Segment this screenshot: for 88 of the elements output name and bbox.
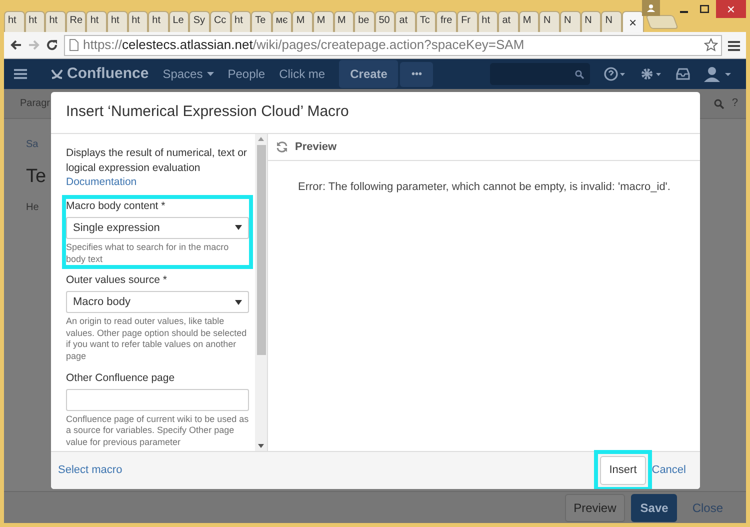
refresh-icon[interactable]: [276, 141, 288, 153]
address-field[interactable]: https://celestecs.atlassian.net/wiki/pages/createpage.action?spaceKey=SAM: [64, 34, 722, 56]
caret-icon: [235, 300, 242, 304]
help-text: Confluence page of current wiki to be used as a source for variables. Specify Other page value for previous parameter: [66, 414, 249, 449]
logo-text[interactable]: Confluence: [67, 62, 149, 86]
save-button[interactable]: Save: [631, 494, 678, 522]
caret-icon: [235, 225, 242, 230]
browser-tab[interactable]: M: [334, 11, 354, 32]
star-icon[interactable]: [704, 38, 718, 52]
browser-tab[interactable]: N: [580, 11, 602, 32]
browser-tab[interactable]: N: [601, 11, 622, 32]
help-text: An origin to read outer values, like table values. Other page option should be selected if you want to refer table values on another page: [66, 316, 248, 363]
browser-tab[interactable]: ht: [106, 11, 128, 32]
browser-tab[interactable]: Fr: [457, 11, 478, 32]
browser-tab[interactable]: ht: [4, 11, 25, 32]
browser-tab[interactable]: 50: [374, 11, 396, 32]
caret-icon: [206, 72, 214, 76]
user-icon: [647, 4, 655, 12]
search-icon: [575, 70, 584, 78]
back-icon[interactable]: [10, 39, 22, 51]
nav-link[interactable]: Spaces: [162, 65, 214, 83]
browser-tab[interactable]: ht: [128, 11, 148, 32]
browser-tab[interactable]: ht: [86, 11, 107, 32]
browser-tab[interactable]: ht: [478, 11, 498, 32]
browser-tab[interactable]: ht: [230, 11, 252, 32]
nav-link[interactable]: People: [228, 65, 266, 83]
browser-tab[interactable]: ht: [45, 11, 66, 32]
description-text: Displays the result of numerical, text or logical expression evaluation: [66, 146, 248, 176]
scrollbar[interactable]: [255, 134, 267, 451]
text-field[interactable]: [66, 388, 249, 410]
browser-tab[interactable]: Sy: [189, 11, 210, 32]
browser-tab[interactable]: Le: [168, 11, 190, 32]
browser-tab[interactable]: be: [354, 11, 375, 32]
profile-button[interactable]: [642, 0, 660, 16]
search-field[interactable]: [490, 63, 590, 85]
select-value: Single expression: [73, 220, 160, 236]
select-value: Macro body: [73, 294, 130, 310]
more-button[interactable]: •••: [400, 62, 433, 86]
help-text: Specifies what to search for in the macro body text: [66, 242, 230, 266]
create-button[interactable]: Create: [339, 60, 398, 88]
preview-heading: Preview: [295, 140, 337, 155]
error-message: Error: The following parameter, which cannot be empty, is invalid: 'macro_id'.: [297, 180, 672, 195]
browser-tab[interactable]: M: [312, 11, 334, 32]
dialog-title: Insert ‘Numerical Expression Cloud’ Macro: [51, 92, 700, 134]
maximize-icon: [700, 5, 708, 13]
field-label: Macro body content *: [66, 199, 166, 214]
scrollbar-thumb[interactable]: [256, 145, 266, 355]
browser-tab[interactable]: Tc: [416, 11, 436, 32]
nav-link[interactable]: Click me: [279, 65, 326, 83]
logo-icon: [51, 68, 63, 80]
select-macro-link[interactable]: Select macro: [58, 462, 122, 479]
page-icon: [69, 39, 79, 51]
browser-tab[interactable]: Te: [251, 11, 272, 32]
field-label: Outer values source *: [66, 273, 168, 288]
field-label: Other Confluence page: [66, 370, 176, 386]
browser-tab[interactable]: at: [498, 11, 519, 32]
browser-tab[interactable]: ht: [148, 11, 169, 32]
browser-tab[interactable]: N: [539, 11, 560, 32]
scroll-down-icon: [258, 444, 264, 448]
browser-tab[interactable]: Re: [66, 11, 86, 32]
scroll-up-icon: [258, 137, 264, 141]
browser-tab[interactable]: N: [560, 11, 581, 32]
menu-icon[interactable]: [14, 69, 27, 79]
documentation-link[interactable]: Documentation: [66, 175, 137, 192]
browser-tab[interactable]: мє: [272, 11, 292, 32]
insert-button[interactable]: Insert: [600, 456, 646, 485]
page-title: Te: [26, 165, 46, 189]
close-button[interactable]: ×: [716, 0, 746, 18]
reload-icon[interactable]: [46, 39, 58, 51]
browser-tab[interactable]: Cc: [210, 11, 231, 32]
settings-icon[interactable]: [640, 67, 662, 81]
cancel-link[interactable]: Cancel: [652, 462, 686, 479]
preview-button[interactable]: Preview: [564, 494, 626, 522]
help-icon[interactable]: [604, 67, 626, 81]
url-text: https://celestecs.atlassian.net/wiki/pages/createpage.action?spaceKey=SAM: [83, 36, 524, 54]
select-field[interactable]: Macro body: [66, 291, 249, 313]
browser-tab[interactable]: at: [395, 11, 416, 32]
browser-tab[interactable]: ht: [24, 11, 46, 32]
search-icon[interactable]: [714, 98, 724, 108]
inbox-icon[interactable]: [676, 68, 690, 80]
select-field[interactable]: Single expression: [66, 216, 249, 239]
page-text: He: [26, 200, 39, 214]
browser-tab[interactable]: M: [518, 11, 540, 32]
avatar-icon[interactable]: [704, 66, 732, 82]
browser-tab[interactable]: fre: [436, 11, 458, 32]
browser-tab[interactable]: ×: [622, 11, 644, 32]
browser-tab[interactable]: M: [292, 11, 313, 32]
menu-icon[interactable]: [728, 40, 740, 50]
